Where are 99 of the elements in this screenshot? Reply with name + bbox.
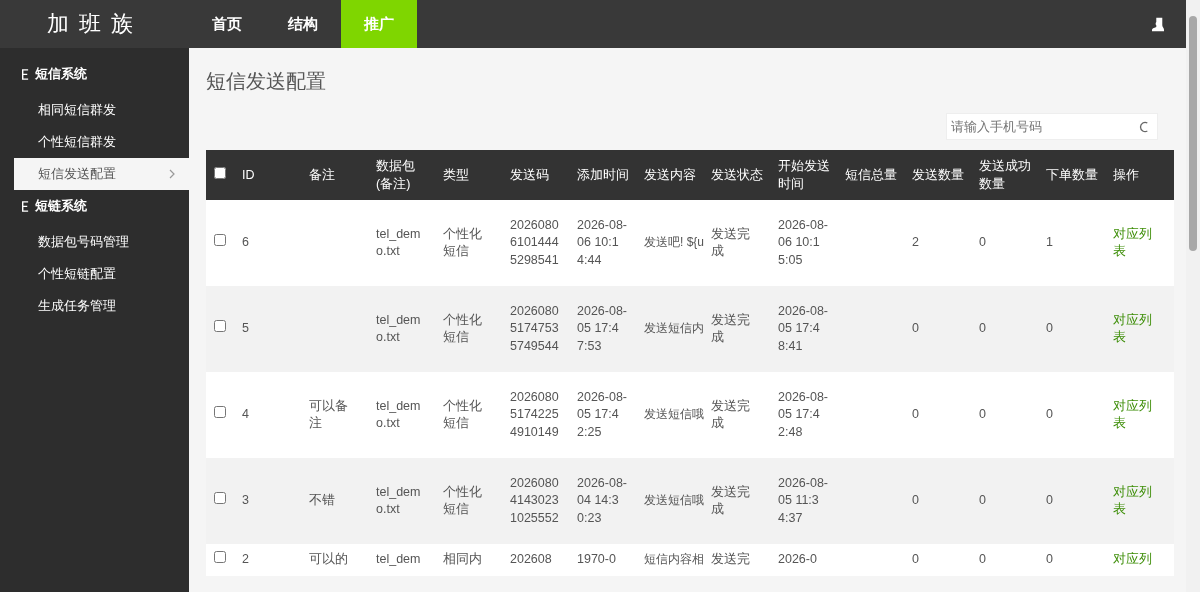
code-cell: 202608041430231025552 <box>510 475 559 525</box>
status-cell: 发送完成 <box>711 484 750 516</box>
column-header: 类型 <box>443 168 469 182</box>
nav-tab[interactable]: 首页 <box>189 0 265 48</box>
note-cell: 可以的 <box>309 552 348 566</box>
id-cell: 3 <box>242 493 249 508</box>
status-cell: 发送完成 <box>711 226 750 258</box>
search-field[interactable]: 请输入手机号码 <box>946 113 1158 140</box>
code-cell: 202608 <box>510 552 552 566</box>
time-cell: 2026-08-06 10:14:44 <box>577 217 628 267</box>
id-cell: 2 <box>242 552 249 566</box>
count-cell: 0 <box>979 407 986 422</box>
content-cell: 发送短信哦 <box>644 493 704 508</box>
sidebar-item[interactable]: 生成任务管理 <box>14 290 189 322</box>
type-cell: 个性化短信 <box>443 484 482 516</box>
count-cell[interactable]: 对应列表 <box>1113 311 1164 347</box>
type-cell: 个性化短信 <box>443 398 482 430</box>
code-cell: 202608051747535749544 <box>510 303 559 353</box>
count-cell: 0 <box>979 493 986 508</box>
count-cell: 0 <box>1046 493 1053 508</box>
sidebar-item[interactable]: 短信发送配置 <box>14 158 189 190</box>
sidebar-item[interactable]: 相同短信群发 <box>14 94 189 126</box>
sidebar-group-title[interactable]: 短信系统 <box>35 65 87 83</box>
count-cell: 0 <box>912 321 919 336</box>
column-header: 发送状态 <box>711 168 763 182</box>
time-cell: 2026-0 <box>778 552 817 566</box>
column-header: 发送内容 <box>644 168 696 182</box>
column-header: 操作 <box>1113 168 1139 182</box>
content-cell: 发送短信内 <box>644 321 704 336</box>
count-cell: 0 <box>1046 321 1053 336</box>
count-cell: 0 <box>979 321 986 336</box>
column-header: 开始发送时间 <box>778 159 830 191</box>
note-cell: 不错 <box>309 493 335 508</box>
file-cell: tel_demo.txt <box>376 226 421 258</box>
content-cell: 发送短信哦 <box>644 407 704 422</box>
code-cell: 202608061014445298541 <box>510 217 559 267</box>
user-icon[interactable] <box>1152 16 1164 32</box>
id-cell: 4 <box>242 407 249 422</box>
status-cell: 发送完成 <box>711 312 750 344</box>
file-cell: tel_demo.txt <box>376 398 421 430</box>
code-cell: 202608051742254910149 <box>510 389 559 439</box>
count-cell: 0 <box>912 552 919 566</box>
time-cell: 2026-08-04 14:30:23 <box>577 475 628 525</box>
content-cell: 短信内容相 <box>644 552 704 566</box>
column-header: 数据包(备注) <box>376 159 415 191</box>
page-title: 短信发送配置 <box>206 69 327 94</box>
scrollbar[interactable] <box>1186 0 1200 592</box>
count-cell: 2 <box>912 235 919 250</box>
count-cell: 0 <box>1046 552 1053 566</box>
menu-icon <box>22 200 29 212</box>
menu-icon <box>22 68 29 80</box>
column-header: 发送码 <box>510 168 549 182</box>
type-cell: 个性化短信 <box>443 226 482 258</box>
column-header: 备注 <box>309 168 335 182</box>
sidebar-item[interactable]: 数据包号码管理 <box>14 226 189 258</box>
time-cell: 2026-08-05 17:42:48 <box>778 389 829 439</box>
sidebar-item[interactable]: 个性短链配置 <box>14 258 189 290</box>
time-cell: 2026-08-05 17:47:53 <box>577 303 628 353</box>
nav-tab[interactable]: 结构 <box>265 0 341 48</box>
row-checkbox[interactable] <box>214 234 226 247</box>
time-cell: 2026-08-05 17:42:25 <box>577 389 628 439</box>
count-cell: 0 <box>912 407 919 422</box>
count-cell: 0 <box>912 493 919 508</box>
count-cell: 1 <box>1046 235 1053 250</box>
file-cell: tel_demo.txt <box>376 312 421 344</box>
id-cell: 5 <box>242 321 249 336</box>
column-header: 发送数量 <box>912 168 964 182</box>
row-checkbox[interactable] <box>214 492 226 505</box>
chevron-right-icon <box>169 169 175 179</box>
sidebar-group-title[interactable]: 短链系统 <box>35 197 87 215</box>
column-header: 短信总量 <box>845 168 897 182</box>
time-cell: 1970-0 <box>577 552 616 566</box>
count-cell: 0 <box>1046 407 1053 422</box>
column-header: ID <box>242 168 255 182</box>
content-cell: 发送吧! ${u <box>644 235 705 250</box>
time-cell: 2026-08-05 11:34:37 <box>778 475 829 525</box>
count-cell: 0 <box>979 235 986 250</box>
loading-icon <box>1139 121 1149 133</box>
sidebar-item[interactable]: 个性短信群发 <box>14 126 189 158</box>
type-cell: 相同内 <box>443 552 482 566</box>
row-checkbox[interactable] <box>214 406 226 419</box>
column-header: 发送成功数量 <box>979 159 1031 191</box>
count-cell[interactable]: 对应列表 <box>1113 483 1164 519</box>
column-header: 添加时间 <box>577 168 629 182</box>
file-cell: tel_dem <box>376 552 421 566</box>
file-cell: tel_demo.txt <box>376 484 421 516</box>
count-cell: 0 <box>979 552 986 566</box>
select-all-checkbox[interactable] <box>214 167 226 179</box>
note-cell: 可以备注 <box>309 398 348 430</box>
time-cell: 2026-08-05 17:48:41 <box>778 303 829 353</box>
status-cell: 发送完成 <box>711 398 750 430</box>
logo: 加班族 <box>45 10 144 38</box>
status-cell: 发送完 <box>711 552 750 566</box>
row-checkbox[interactable] <box>214 551 226 563</box>
column-header: 下单数量 <box>1046 168 1098 182</box>
row-checkbox[interactable] <box>214 320 226 333</box>
time-cell: 2026-08-06 10:15:05 <box>778 217 829 267</box>
id-cell: 6 <box>242 235 249 250</box>
type-cell: 个性化短信 <box>443 312 482 344</box>
